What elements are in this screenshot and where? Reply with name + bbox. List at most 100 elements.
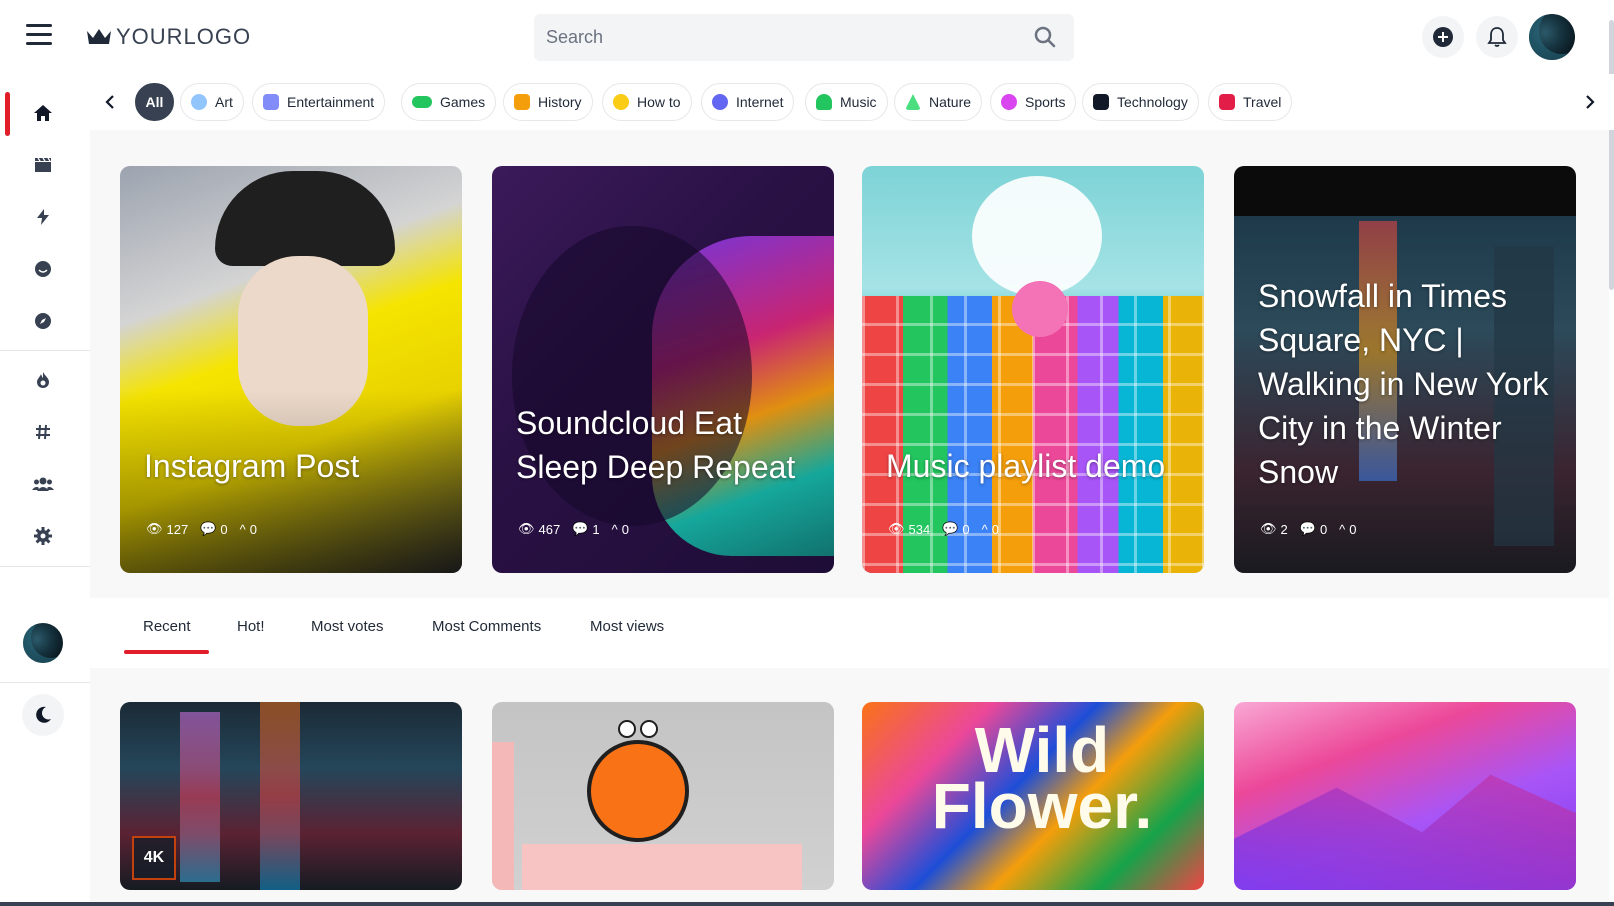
tree-icon xyxy=(905,94,921,110)
category-chip-entertainment[interactable]: Entertainment xyxy=(252,83,386,121)
tab-recent[interactable]: Recent xyxy=(143,618,191,635)
views-count: 127 xyxy=(166,521,189,537)
chevron-right-icon xyxy=(1586,95,1595,109)
category-chip-history[interactable]: History xyxy=(503,83,593,121)
upvote-icon: ^ xyxy=(239,521,246,537)
featured-stats: 👁 467 💬 1 ^ 0 xyxy=(518,521,629,537)
post-thumbnail[interactable]: Wild Flower. xyxy=(862,702,1204,890)
post-thumbnail[interactable] xyxy=(492,702,834,890)
menu-icon[interactable] xyxy=(26,24,52,48)
sidebar-item-tags[interactable] xyxy=(22,411,64,453)
featured-card[interactable]: Snowfall in Times Square, NYC | Walking … xyxy=(1234,166,1576,573)
active-tab-indicator xyxy=(124,650,209,654)
sidebar-item-trending[interactable] xyxy=(22,196,64,238)
upvote-icon: ^ xyxy=(981,521,988,537)
featured-title: Instagram Post xyxy=(144,448,360,484)
post-thumbnail[interactable]: 4K xyxy=(120,702,462,890)
category-chip-music[interactable]: Music xyxy=(805,83,888,121)
tab-hot[interactable]: Hot! xyxy=(237,618,265,635)
featured-card[interactable]: Music playlist demo 👁 534 💬 0 ^ 0 xyxy=(862,166,1204,573)
headphones-icon xyxy=(816,94,832,110)
featured-image-shape xyxy=(972,176,1102,296)
search-input[interactable] xyxy=(534,14,1014,61)
clapperboard-icon xyxy=(35,157,51,172)
entertainment-icon xyxy=(263,94,279,110)
sidebar-item-users[interactable] xyxy=(22,463,64,505)
category-chip-internet[interactable]: Internet xyxy=(701,83,795,121)
category-label: Entertainment xyxy=(287,94,375,110)
category-bar: All Art Entertainment Games History How … xyxy=(90,74,1614,130)
category-label: Music xyxy=(840,94,877,110)
comment-icon: 💬 xyxy=(200,521,217,536)
chip-icon xyxy=(1093,94,1109,110)
tab-most-views[interactable]: Most views xyxy=(590,618,664,635)
featured-card[interactable]: Instagram Post 👁 127 💬 0 ^ 0 xyxy=(120,166,462,573)
post-thumbnail[interactable] xyxy=(1234,702,1576,890)
comments-count: 1 xyxy=(592,521,600,537)
category-chip-games[interactable]: Games xyxy=(401,83,497,121)
featured-card[interactable]: Soundcloud Eat Sleep Deep Repeat 👁 467 💬 1… xyxy=(492,166,834,573)
views-count: 2 xyxy=(1280,521,1288,537)
category-chip-travel[interactable]: Travel xyxy=(1208,83,1293,121)
comment-icon: 💬 xyxy=(942,521,959,536)
smile-icon xyxy=(35,261,51,277)
globe-icon xyxy=(712,94,728,110)
category-next-button[interactable] xyxy=(1578,90,1602,114)
comments-count: 0 xyxy=(220,521,228,537)
art-icon xyxy=(191,94,207,110)
search-icon[interactable] xyxy=(1034,26,1056,53)
lightbulb-icon xyxy=(613,94,629,110)
fire-icon xyxy=(37,372,49,388)
plus-circle-icon xyxy=(1433,27,1453,47)
category-chip-sports[interactable]: Sports xyxy=(990,83,1077,121)
sidebar-item-explore[interactable] xyxy=(22,300,64,342)
category-chip-nature[interactable]: Nature xyxy=(894,83,983,121)
sidebar xyxy=(0,74,90,906)
upvote-icon: ^ xyxy=(611,521,618,537)
add-post-button[interactable] xyxy=(1422,16,1464,58)
category-chip-all[interactable]: All xyxy=(135,83,174,121)
sidebar-item-hot[interactable] xyxy=(22,359,64,401)
gear-icon xyxy=(34,527,52,545)
category-label: Internet xyxy=(736,94,784,110)
category-label: Sports xyxy=(1025,94,1066,110)
category-label: Technology xyxy=(1117,94,1188,110)
category-chip-how-to[interactable]: How to xyxy=(602,83,692,121)
sidebar-avatar[interactable] xyxy=(23,623,63,663)
gamepad-icon xyxy=(412,96,432,108)
sidebar-item-home[interactable] xyxy=(22,92,64,134)
sidebar-divider xyxy=(0,682,90,683)
user-avatar[interactable] xyxy=(1529,14,1575,60)
featured-title: Soundcloud Eat Sleep Deep Repeat xyxy=(516,405,796,485)
notifications-button[interactable] xyxy=(1476,16,1518,58)
character-shape xyxy=(587,740,689,842)
page-scrollbar[interactable] xyxy=(1609,20,1614,290)
ball-icon xyxy=(1001,94,1017,110)
page-bottom-border xyxy=(0,902,1614,906)
logo[interactable]: YOURLOGO xyxy=(86,24,251,50)
votes-count: 0 xyxy=(621,521,629,537)
category-label: History xyxy=(538,94,582,110)
sidebar-item-videos[interactable] xyxy=(22,144,64,186)
museum-icon xyxy=(514,94,530,110)
category-chip-art[interactable]: Art xyxy=(180,83,244,121)
sidebar-item-settings[interactable] xyxy=(22,515,64,557)
top-header: YOURLOGO xyxy=(0,0,1614,74)
comments-count: 0 xyxy=(1319,521,1328,537)
bell-icon xyxy=(1487,27,1507,47)
votes-count: 0 xyxy=(249,521,257,537)
comment-icon: 💬 xyxy=(1299,521,1316,536)
category-label: How to xyxy=(637,94,681,110)
category-prev-button[interactable] xyxy=(98,90,122,114)
home-icon xyxy=(34,105,52,121)
tab-most-votes[interactable]: Most votes xyxy=(311,618,384,635)
users-icon xyxy=(32,477,54,491)
main-content: Instagram Post 👁 127 💬 0 ^ 0 Soundcloud Eat… xyxy=(90,130,1609,906)
hashtag-icon xyxy=(36,424,50,440)
featured-stats: 👁 2 💬 0 ^ 0 xyxy=(1260,521,1357,537)
compass-icon xyxy=(35,313,51,329)
theme-toggle-button[interactable] xyxy=(22,694,64,736)
sidebar-item-fun[interactable] xyxy=(22,248,64,290)
category-chip-technology[interactable]: Technology xyxy=(1082,83,1199,121)
tab-most-comments[interactable]: Most Comments xyxy=(432,618,541,635)
